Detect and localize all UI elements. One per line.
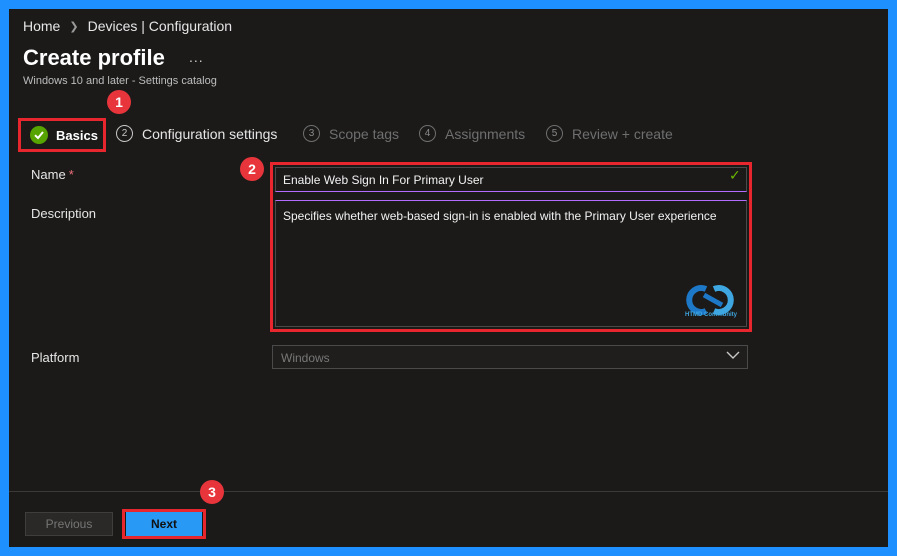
- name-input[interactable]: Enable Web Sign In For Primary User: [275, 167, 747, 192]
- breadcrumb-home[interactable]: Home: [23, 18, 60, 34]
- platform-label: Platform: [31, 350, 80, 365]
- tab-assignments[interactable]: 4 Assignments: [419, 125, 525, 142]
- name-label-text: Name: [31, 167, 66, 182]
- tab-review-create[interactable]: 5 Review + create: [546, 125, 673, 142]
- previous-button[interactable]: Previous: [25, 512, 113, 536]
- step-number: 3: [303, 125, 320, 142]
- description-textarea[interactable]: Specifies whether web-based sign-in is e…: [275, 200, 747, 327]
- tab-configuration-settings[interactable]: 2 Configuration settings: [116, 125, 277, 142]
- chevron-right-icon: ❯: [69, 20, 79, 33]
- breadcrumb: Home ❯ Devices | Configuration: [23, 18, 232, 34]
- tab-label: Configuration settings: [142, 125, 278, 142]
- tab-label: Scope tags: [329, 125, 400, 142]
- valid-check-icon: ✓: [729, 167, 741, 183]
- tab-scope-tags[interactable]: 3 Scope tags: [303, 125, 399, 142]
- tab-label: Assignments: [445, 125, 526, 142]
- tab-basics-label: Basics: [56, 127, 98, 143]
- description-label: Description: [31, 206, 97, 221]
- step-number: 2: [116, 125, 133, 142]
- tab-basics[interactable]: Basics: [18, 118, 106, 152]
- page-subtitle: Windows 10 and later - Settings catalog: [23, 75, 217, 87]
- more-options-button[interactable]: ...: [189, 49, 204, 65]
- tab-label: Review + create: [572, 125, 673, 142]
- step-number: 4: [419, 125, 436, 142]
- chevron-down-icon[interactable]: [726, 350, 740, 360]
- name-label: Name *: [31, 167, 74, 182]
- check-circle-icon: [30, 126, 48, 144]
- page-title: Create profile: [23, 45, 165, 70]
- platform-select[interactable]: Windows: [272, 345, 748, 369]
- watermark-caption: HTMD Community: [685, 312, 737, 318]
- next-button[interactable]: Next: [126, 512, 202, 536]
- annotation-badge-1: 1: [107, 90, 131, 114]
- step-number: 5: [546, 125, 563, 142]
- app-window: Home ❯ Devices | Configuration Create pr…: [9, 9, 888, 547]
- required-marker: *: [68, 167, 74, 182]
- breadcrumb-devices-configuration[interactable]: Devices | Configuration: [88, 18, 232, 34]
- annotation-badge-2: 2: [240, 157, 264, 181]
- annotation-badge-3: 3: [200, 480, 224, 504]
